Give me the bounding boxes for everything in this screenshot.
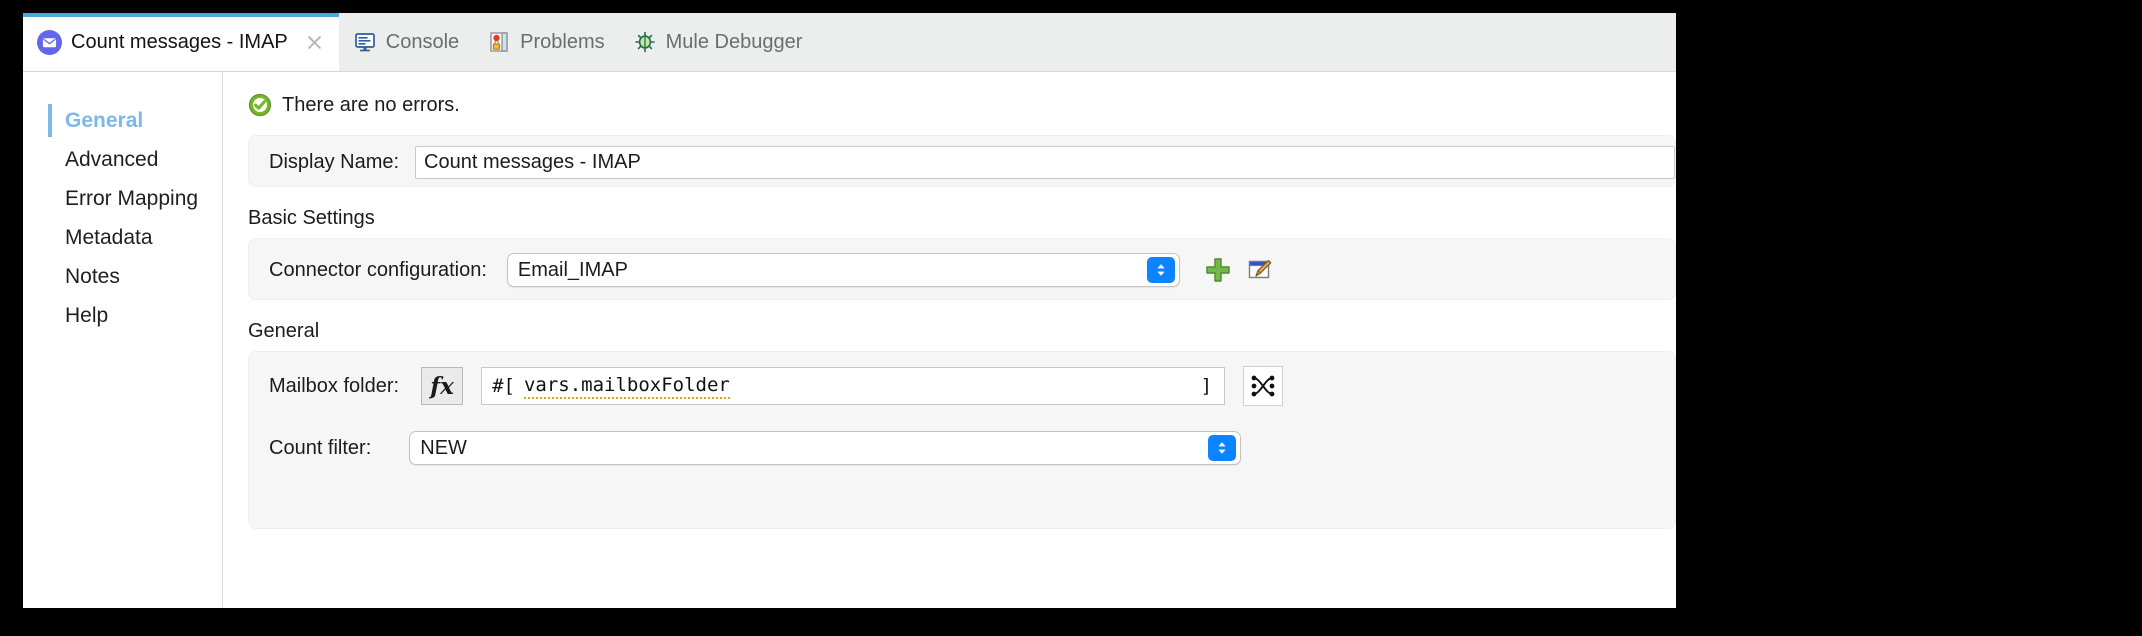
properties-main-panel: There are no errors. Display Name: Basic… xyxy=(223,72,1676,608)
status-message: There are no errors. xyxy=(248,93,1676,117)
chevron-updown-icon[interactable] xyxy=(1208,435,1237,461)
tab-count-messages-imap[interactable]: Count messages - IMAP xyxy=(23,13,339,71)
general-group: Mailbox folder: fx #[ vars.mailboxFolder… xyxy=(248,351,1676,529)
tab-label: Mule Debugger xyxy=(665,31,803,53)
chevron-updown-icon[interactable] xyxy=(1146,257,1175,283)
sidebar-item-error-mapping[interactable]: Error Mapping xyxy=(23,179,222,218)
tab-label: Console xyxy=(385,31,460,53)
sidebar-item-label: Advanced xyxy=(65,147,159,171)
fx-toggle-button[interactable]: fx xyxy=(421,367,464,405)
problems-icon xyxy=(487,30,511,54)
mailbox-folder-label: Mailbox folder: xyxy=(269,374,400,397)
display-name-label: Display Name: xyxy=(269,150,400,173)
sidebar-item-advanced[interactable]: Advanced xyxy=(23,140,222,179)
count-filter-value: NEW xyxy=(420,436,467,459)
mailbox-folder-expression-input[interactable]: #[ vars.mailboxFolder ] xyxy=(481,367,1226,405)
count-filter-label: Count filter: xyxy=(269,436,372,459)
sidebar-item-general[interactable]: General xyxy=(23,101,222,140)
connector-configuration-label: Connector configuration: xyxy=(269,258,487,281)
properties-body: General Advanced Error Mapping Metadata … xyxy=(23,72,1676,608)
envelope-icon xyxy=(37,29,62,55)
connector-configuration-select[interactable]: Email_IMAP xyxy=(506,253,1180,287)
count-filter-select[interactable]: NEW xyxy=(409,431,1242,465)
tab-label: Problems xyxy=(520,31,605,53)
console-icon xyxy=(353,30,377,54)
editor-tab-bar: Count messages - IMAP Console Problems M… xyxy=(23,13,1676,72)
debugger-icon xyxy=(633,30,657,54)
plus-icon[interactable] xyxy=(1204,256,1232,284)
tab-problems[interactable]: Problems xyxy=(473,13,618,71)
display-name-group: Display Name: xyxy=(248,135,1676,187)
mule-properties-window: Count messages - IMAP Console Problems M… xyxy=(23,13,1676,608)
tab-console[interactable]: Console xyxy=(339,13,473,71)
sidebar-item-metadata[interactable]: Metadata xyxy=(23,218,222,257)
properties-side-nav: General Advanced Error Mapping Metadata … xyxy=(23,72,223,608)
expression-close-token: ] xyxy=(1200,375,1213,397)
sidebar-item-help[interactable]: Help xyxy=(23,296,222,335)
expression-value: vars.mailboxFolder xyxy=(523,374,730,399)
general-group-title: General xyxy=(248,320,320,342)
sidebar-item-label: General xyxy=(65,108,144,132)
tab-label: Count messages - IMAP xyxy=(71,31,288,53)
sidebar-item-label: Help xyxy=(65,303,109,327)
sidebar-item-notes[interactable]: Notes xyxy=(23,257,222,296)
sidebar-item-label: Notes xyxy=(65,264,120,288)
dataweave-mapping-icon[interactable] xyxy=(1243,366,1284,406)
edit-pencil-icon[interactable] xyxy=(1246,256,1274,284)
basic-settings-group: Connector configuration: Email_IMAP xyxy=(248,238,1676,300)
sidebar-item-label: Metadata xyxy=(65,225,153,249)
tab-mule-debugger[interactable]: Mule Debugger xyxy=(619,13,817,71)
connector-configuration-value: Email_IMAP xyxy=(517,258,628,281)
display-name-input[interactable] xyxy=(415,145,1675,179)
status-text: There are no errors. xyxy=(282,93,460,116)
success-check-icon xyxy=(248,93,272,117)
expression-open-token: #[ xyxy=(492,375,515,397)
basic-settings-title: Basic Settings xyxy=(248,207,375,229)
close-icon[interactable] xyxy=(305,32,325,52)
sidebar-item-label: Error Mapping xyxy=(65,186,199,210)
